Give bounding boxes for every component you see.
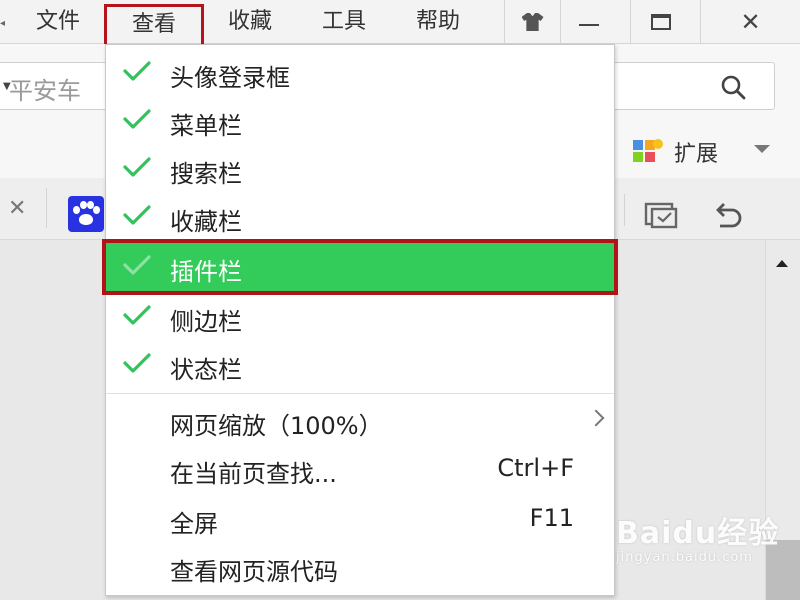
- menu-file-label: 文件: [35, 9, 80, 34]
- menu-item-label: 侧边栏: [170, 308, 242, 336]
- chevron-right-icon: [587, 409, 605, 427]
- skin-button[interactable]: [504, 0, 560, 44]
- check-icon: [122, 253, 152, 277]
- menu-item-label: 搜索栏: [170, 160, 242, 188]
- check-icon: [122, 59, 152, 83]
- menu-item-label: 全屏: [170, 510, 218, 538]
- menu-item-label: 网页缩放（100%）: [170, 412, 383, 440]
- menu-item-menubar[interactable]: 菜单栏: [106, 97, 614, 145]
- menu-item-label: 菜单栏: [170, 112, 242, 140]
- menu-help-label: 帮助: [415, 9, 460, 34]
- menu-tools-label: 工具: [321, 9, 366, 34]
- menu-tools[interactable]: 工具: [304, 0, 384, 44]
- menu-item-searchbar[interactable]: 搜索栏: [106, 145, 614, 193]
- minimize-icon: [578, 24, 599, 26]
- menu-item-pluginbar[interactable]: 插件栏: [102, 239, 618, 295]
- menu-item-label: 收藏栏: [170, 208, 242, 236]
- menu-file[interactable]: 文件: [18, 0, 98, 44]
- scroll-up-icon[interactable]: [776, 260, 788, 267]
- menu-bar: ◂ 文件 查看 收藏 工具 帮助 ✕: [0, 0, 800, 48]
- minimize-button[interactable]: [560, 0, 616, 44]
- paw-toe: [93, 206, 100, 214]
- menu-item-sidebar[interactable]: 侧边栏: [106, 293, 614, 341]
- maximize-button[interactable]: [630, 0, 690, 44]
- menu-view-label: 查看: [131, 12, 176, 37]
- tab-close-icon[interactable]: ✕: [8, 196, 26, 221]
- menu-item-zoom[interactable]: 网页缩放（100%）: [106, 397, 614, 445]
- paw-toe: [73, 206, 80, 214]
- menu-item-statusbar[interactable]: 状态栏: [106, 341, 614, 389]
- close-button[interactable]: ✕: [700, 0, 800, 44]
- menu-item-label: 查看网页源代码: [170, 558, 338, 586]
- view-menu-dropdown: 头像登录框 菜单栏 搜索栏 收藏栏 插件栏 侧边栏 状态栏 网页缩放（100%）…: [102, 44, 618, 596]
- watermark-main: Baidu经验: [616, 516, 780, 551]
- extension-dropdown-icon[interactable]: [754, 145, 770, 153]
- menu-item-label: 插件栏: [170, 258, 242, 286]
- skin-icon: [521, 13, 544, 31]
- extension-label[interactable]: 扩展: [674, 136, 718, 168]
- close-icon: ✕: [740, 8, 761, 36]
- screenshot-icon[interactable]: [644, 202, 678, 230]
- menu-divider: [106, 393, 614, 394]
- menu-item-label: 在当前页查找...: [170, 460, 337, 488]
- menu-overflow-icon[interactable]: ◂: [0, 18, 10, 29]
- menu-item-avatar-login[interactable]: 头像登录框: [106, 49, 614, 97]
- search-icon[interactable]: [720, 74, 746, 100]
- menu-item-view-source[interactable]: 查看网页源代码: [106, 543, 614, 591]
- menu-item-fullscreen[interactable]: 全屏 F11: [106, 495, 614, 543]
- check-icon: [122, 351, 152, 375]
- paw-toe: [80, 201, 87, 209]
- check-icon: [122, 155, 152, 179]
- menu-favorites-label: 收藏: [227, 9, 272, 34]
- extension-icon[interactable]: [632, 138, 668, 168]
- toolbar-separator: [624, 194, 625, 226]
- maximize-icon: [650, 14, 671, 30]
- menu-item-shortcut: Ctrl+F: [497, 454, 574, 482]
- address-value: 平安车: [9, 77, 81, 105]
- menu-help[interactable]: 帮助: [398, 0, 478, 44]
- check-icon: [122, 203, 152, 227]
- menu-item-label: 头像登录框: [170, 64, 290, 92]
- baidu-paw-icon[interactable]: [68, 196, 104, 232]
- paw-pad: [79, 214, 93, 225]
- menu-item-find[interactable]: 在当前页查找... Ctrl+F: [106, 445, 614, 493]
- menu-item-shortcut: F11: [529, 504, 574, 532]
- tab-separator: [46, 188, 47, 228]
- menu-favorites[interactable]: 收藏: [210, 0, 290, 44]
- check-icon: [122, 303, 152, 327]
- undo-icon[interactable]: [710, 200, 744, 230]
- menu-view[interactable]: 查看: [104, 4, 204, 48]
- baidu-jingyan-watermark: Baidu经验 jingyan.baidu.com: [616, 508, 779, 565]
- menu-item-favoritesbar[interactable]: 收藏栏: [106, 193, 614, 241]
- menu-item-label: 状态栏: [170, 356, 242, 384]
- check-icon: [122, 107, 152, 131]
- watermark-sub: jingyan.baidu.com: [616, 550, 753, 565]
